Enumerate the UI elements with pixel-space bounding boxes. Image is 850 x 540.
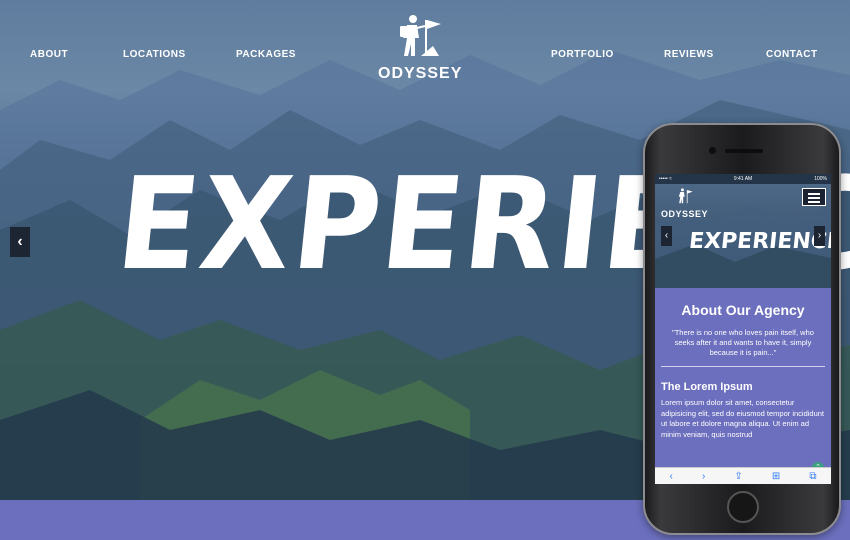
mobile-hero: ODYSSEY ‹ EXPERIENCE › xyxy=(655,184,831,288)
slider-prev-button[interactable]: ‹ xyxy=(10,227,30,257)
mobile-logo-brand: ODYSSEY xyxy=(661,209,709,219)
home-button[interactable] xyxy=(727,491,759,523)
lorem-text: Lorem ipsum dolor sit amet, consectetur … xyxy=(661,398,825,439)
menu-line xyxy=(808,197,820,199)
browser-toolbar: ‹ › ⇪ ⊞ ⧉ xyxy=(655,467,831,484)
phone-mockup: ••••• ≈ 9:41 AM 100% ODYSSEY ‹ EXPERIENC… xyxy=(643,123,841,535)
share-icon[interactable]: ⇪ xyxy=(734,471,742,482)
lorem-title: The Lorem Ipsum xyxy=(661,381,753,393)
back-icon[interactable]: ‹ xyxy=(670,471,673,482)
menu-line xyxy=(808,201,820,203)
mobile-hero-title: EXPERIENCE xyxy=(687,229,831,254)
mobile-logo[interactable]: ODYSSEY xyxy=(661,188,708,219)
nav-reviews[interactable]: REVIEWS xyxy=(664,49,714,60)
camera-icon xyxy=(709,147,716,154)
tabs-icon[interactable]: ⧉ xyxy=(809,471,816,482)
agency-quote: "There is no one who loves pain itself, … xyxy=(672,328,814,357)
battery-level: 100% xyxy=(814,176,827,182)
about-agency-section: About Our Agency "There is no one who lo… xyxy=(655,302,831,440)
speaker-grill xyxy=(725,149,763,153)
divider xyxy=(661,366,825,367)
hiker-flag-icon xyxy=(400,15,441,56)
phone-screen: ••••• ≈ 9:41 AM 100% ODYSSEY ‹ EXPERIENC… xyxy=(655,174,831,484)
nav-locations[interactable]: LOCATIONS xyxy=(123,49,186,60)
status-time: 9:41 AM xyxy=(733,176,753,182)
site-logo[interactable]: ODYSSEY xyxy=(378,14,462,83)
status-bar: ••••• ≈ 9:41 AM 100% xyxy=(655,174,831,184)
mobile-next-button[interactable]: › xyxy=(814,226,825,246)
mobile-prev-button[interactable]: ‹ xyxy=(661,226,672,246)
carrier-signal: ••••• ≈ xyxy=(659,176,672,182)
agency-title: About Our Agency xyxy=(681,302,805,318)
hamburger-menu-button[interactable] xyxy=(802,188,826,206)
nav-packages[interactable]: PACKAGES xyxy=(236,49,296,60)
nav-portfolio[interactable]: PORTFOLIO xyxy=(551,49,614,60)
nav-contact[interactable]: CONTACT xyxy=(766,49,818,60)
bookmarks-icon[interactable]: ⊞ xyxy=(772,471,780,482)
hiker-flag-icon xyxy=(678,188,693,204)
menu-line xyxy=(808,193,820,195)
logo-brand: ODYSSEY xyxy=(378,65,463,82)
forward-icon[interactable]: › xyxy=(702,471,705,482)
nav-about[interactable]: ABOUT xyxy=(30,49,68,60)
